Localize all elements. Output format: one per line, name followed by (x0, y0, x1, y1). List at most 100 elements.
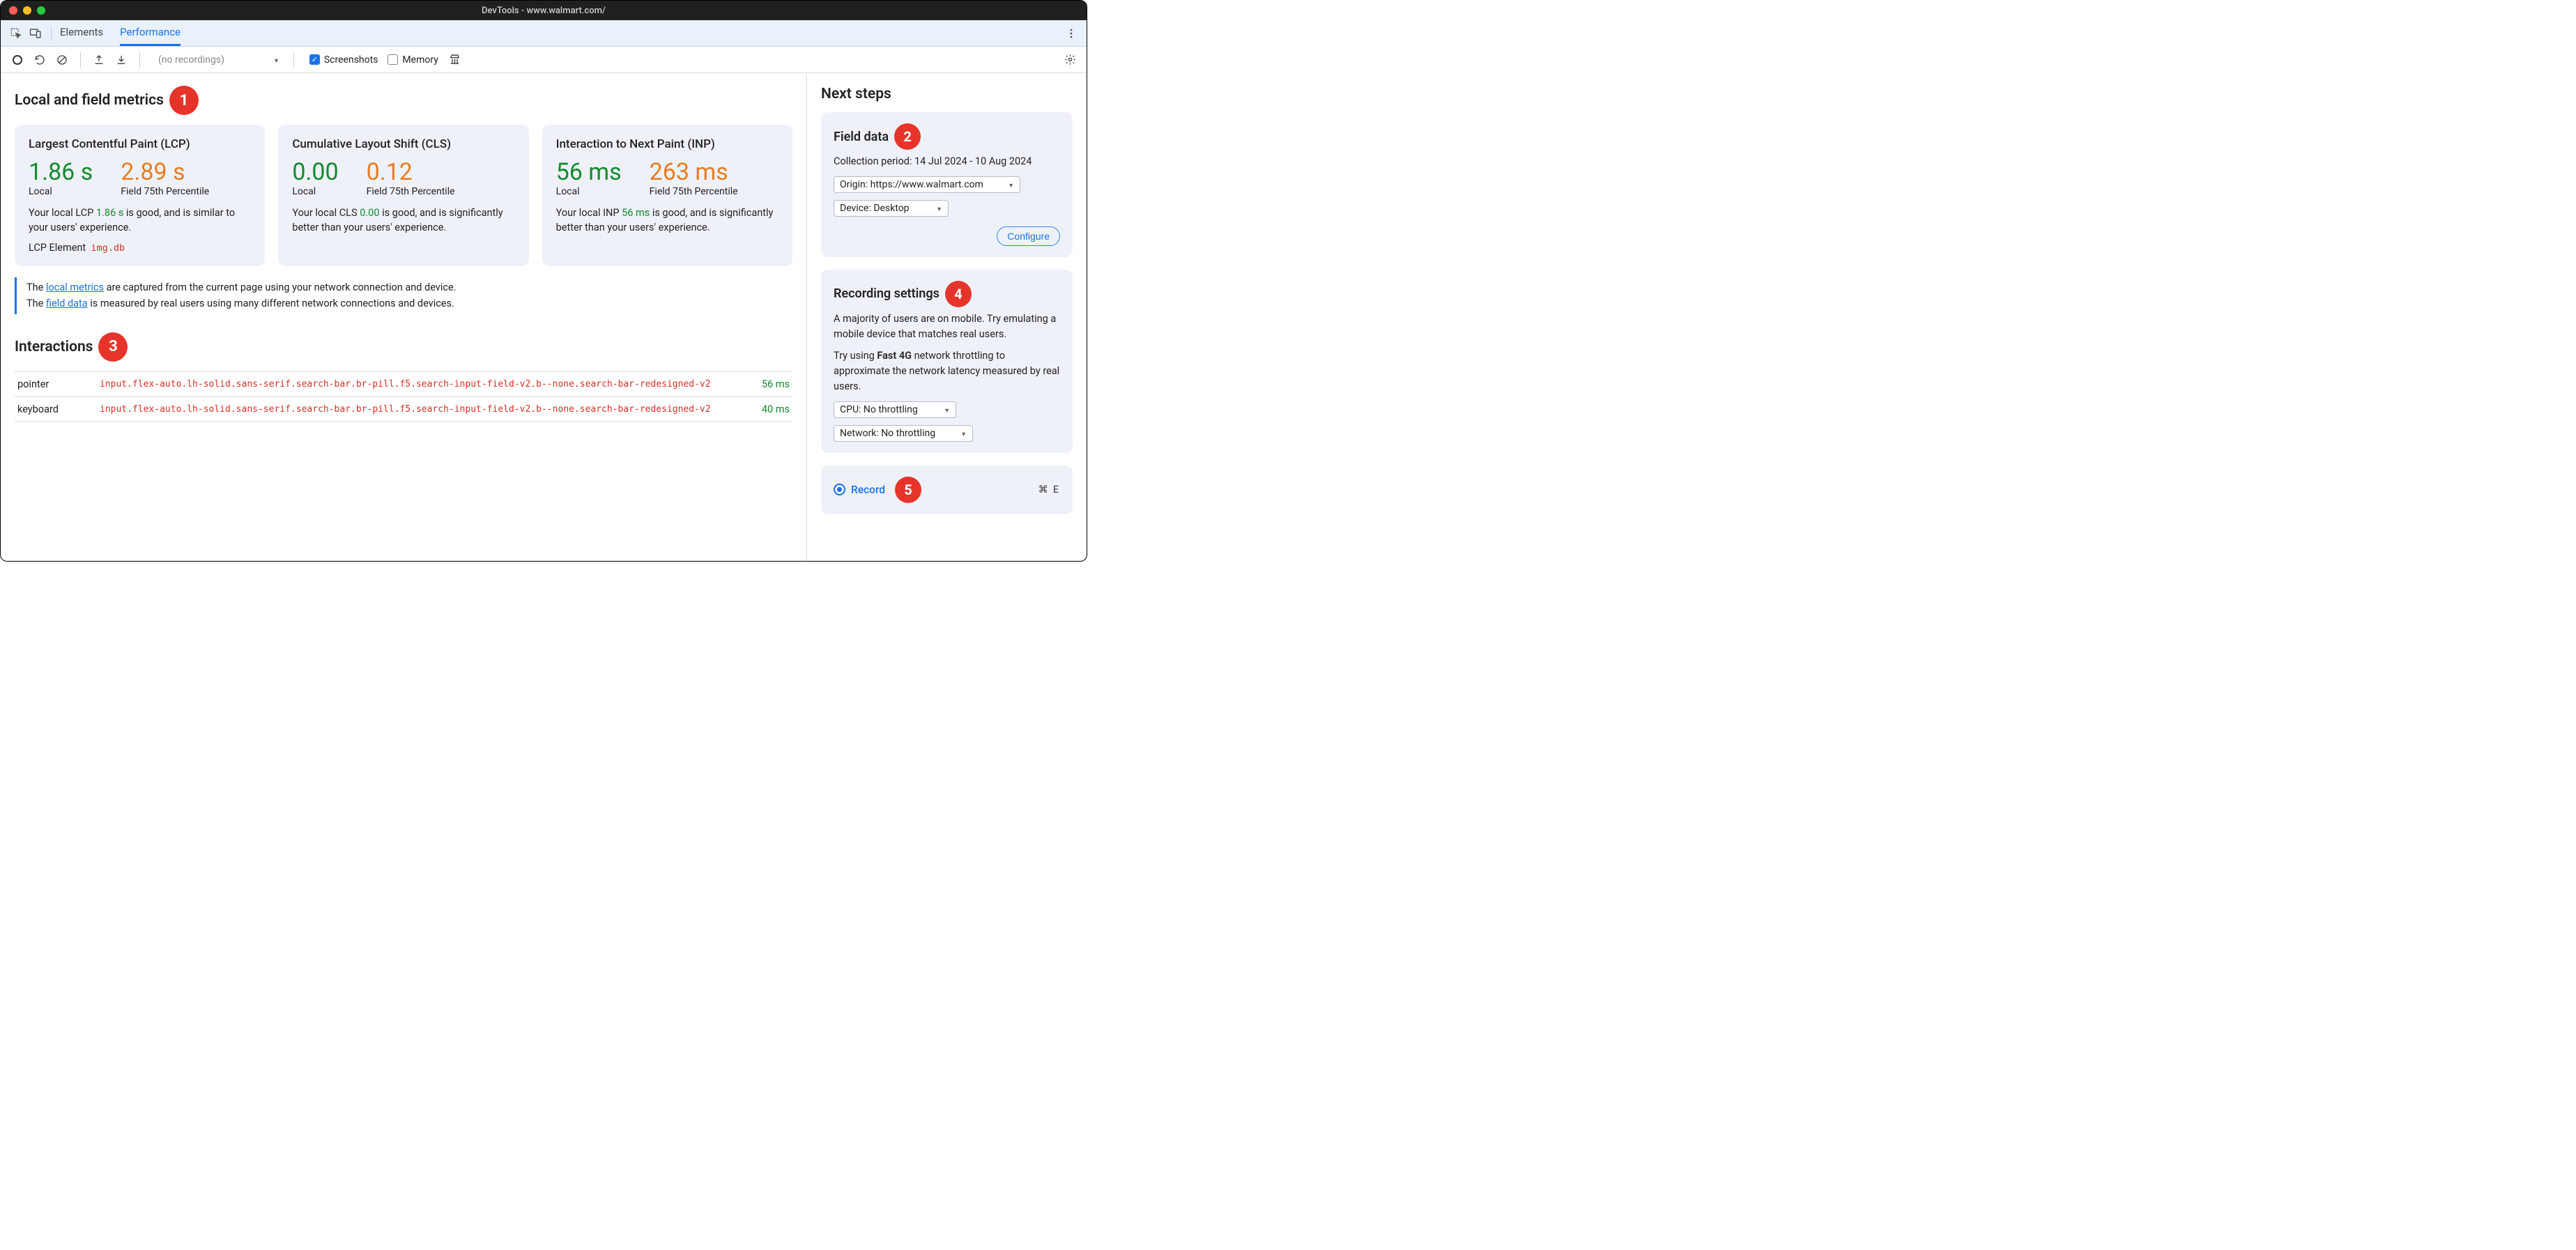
configure-button[interactable]: Configure (997, 226, 1060, 246)
desc-value: 1.86 s (96, 207, 123, 219)
download-icon[interactable] (112, 50, 131, 70)
local-value: 1.86 s (29, 158, 93, 186)
metric-title: Cumulative Layout Shift (CLS) (292, 137, 514, 151)
devtools-window: DevTools - www.walmart.com/ Elements Per… (0, 0, 1087, 562)
toolbar-divider (293, 52, 294, 68)
origin-select[interactable]: Origin: https://www.walmart.com (834, 176, 1020, 193)
reload-icon[interactable] (30, 50, 49, 70)
desc-text: Your local CLS (292, 207, 360, 219)
interaction-target: input.flex-auto.lh-solid.sans-serif.sear… (97, 371, 737, 396)
metric-values: 0.00 Local 0.12 Field 75th Percentile (292, 158, 514, 197)
checkbox-checked-icon: ✓ (309, 54, 320, 65)
metrics-heading: Local and field metrics (15, 92, 164, 109)
metric-card-inp: Interaction to Next Paint (INP) 56 ms Lo… (542, 125, 792, 266)
caret-down-icon (936, 203, 942, 214)
table-row[interactable]: keyboard input.flex-auto.lh-solid.sans-s… (15, 396, 792, 422)
record-shortcut: ⌘ E (1038, 484, 1060, 495)
recording-settings-title: Recording settings (834, 286, 940, 301)
local-value: 56 ms (556, 158, 622, 186)
record-button[interactable]: Record 5 (834, 477, 921, 503)
network-throttling-select[interactable]: Network: No throttling (834, 425, 973, 442)
metric-title: Largest Contentful Paint (LCP) (29, 137, 251, 151)
field-data-title-row: Field data 2 (834, 123, 1060, 150)
sidebar-column: Next steps Field data 2 Collection perio… (806, 73, 1087, 561)
table-row[interactable]: pointer input.flex-auto.lh-solid.sans-se… (15, 371, 792, 396)
recordings-placeholder: (no recordings) (158, 54, 224, 65)
field-data-card: Field data 2 Collection period: 14 Jul 2… (821, 112, 1073, 257)
titlebar: DevTools - www.walmart.com/ (1, 1, 1087, 20)
desc-value: 56 ms (622, 207, 650, 219)
metrics-heading-row: Local and field metrics 1 (15, 86, 792, 115)
interaction-type: keyboard (15, 396, 97, 422)
caret-down-icon (1008, 179, 1014, 190)
field-label: Field 75th Percentile (367, 186, 455, 197)
recordings-dropdown[interactable]: (no recordings) (153, 54, 285, 65)
metric-description: Your local INP 56 ms is good, and is sig… (556, 206, 779, 235)
text-bold: Fast 4G (877, 350, 912, 362)
more-icon[interactable] (1061, 24, 1081, 43)
interaction-type: pointer (15, 371, 97, 396)
lcp-element-label: LCP Element (29, 242, 86, 254)
annotation-badge-3: 3 (98, 332, 128, 362)
field-label: Field 75th Percentile (121, 186, 209, 197)
local-value: 0.00 (292, 158, 338, 186)
tab-elements[interactable]: Elements (60, 20, 103, 46)
info-text: is measured by real users using many dif… (88, 298, 454, 309)
minimize-window-icon[interactable] (23, 6, 31, 15)
caret-down-icon (273, 54, 279, 65)
lcp-element-row: LCP Element img.db (29, 242, 251, 254)
caret-down-icon (960, 428, 967, 439)
device-select[interactable]: Device: Desktop (834, 200, 949, 217)
local-metrics-link[interactable]: local metrics (46, 281, 104, 293)
record-toggle-icon[interactable] (8, 50, 27, 70)
upload-icon[interactable] (89, 50, 109, 70)
screenshots-label: Screenshots (324, 54, 378, 65)
interaction-target: input.flex-auto.lh-solid.sans-serif.sear… (97, 396, 737, 422)
metric-local: 56 ms Local (556, 158, 622, 197)
clear-icon[interactable] (52, 50, 72, 70)
maximize-window-icon[interactable] (37, 6, 45, 15)
field-value: 263 ms (650, 158, 738, 186)
local-label: Local (292, 186, 338, 197)
interactions-table: pointer input.flex-auto.lh-solid.sans-se… (15, 371, 792, 422)
screenshots-checkbox[interactable]: ✓ Screenshots (309, 54, 378, 65)
interaction-time: 56 ms (737, 371, 792, 396)
performance-toolbar: (no recordings) ✓ Screenshots Memory (1, 47, 1087, 73)
settings-gear-icon[interactable] (1060, 50, 1080, 70)
window-title: DevTools - www.walmart.com/ (482, 6, 606, 16)
annotation-badge-5: 5 (895, 477, 921, 503)
info-text: are captured from the current page using… (104, 281, 456, 293)
caret-down-icon (944, 404, 950, 415)
recording-settings-p2: Try using Fast 4G network throttling to … (834, 348, 1060, 394)
metric-local: 1.86 s Local (29, 158, 93, 197)
info-text: The (26, 298, 46, 309)
annotation-badge-2: 2 (894, 123, 921, 150)
metric-card-lcp: Largest Contentful Paint (LCP) 1.86 s Lo… (15, 125, 265, 266)
main-toolbar: Elements Performance (1, 20, 1087, 47)
traffic-lights (1, 6, 45, 15)
memory-label: Memory (402, 54, 438, 65)
select-value: Network: No throttling (840, 428, 935, 439)
cpu-throttling-select[interactable]: CPU: No throttling (834, 401, 956, 418)
close-window-icon[interactable] (9, 6, 17, 15)
metric-local: 0.00 Local (292, 158, 338, 197)
desc-text: Your local INP (556, 207, 622, 219)
interaction-time: 40 ms (737, 396, 792, 422)
field-label: Field 75th Percentile (650, 186, 738, 197)
inspect-icon[interactable] (6, 24, 26, 43)
lcp-element-link[interactable]: img.db (91, 242, 125, 254)
recording-settings-card: Recording settings 4 A majority of users… (821, 270, 1073, 453)
interactions-heading: Interactions (15, 339, 93, 355)
recording-settings-title-row: Recording settings 4 (834, 281, 1060, 307)
memory-checkbox[interactable]: Memory (388, 54, 438, 65)
checkbox-empty-icon (388, 54, 398, 65)
info-text: The (26, 281, 46, 293)
toolbar-divider (51, 26, 52, 41)
device-toggle-icon[interactable] (26, 24, 45, 43)
tab-performance[interactable]: Performance (120, 20, 181, 46)
field-data-link[interactable]: field data (46, 298, 88, 309)
garbage-collect-icon[interactable] (445, 50, 465, 70)
metric-card-cls: Cumulative Layout Shift (CLS) 0.00 Local… (278, 125, 528, 266)
select-value: Device: Desktop (840, 203, 910, 214)
metric-field: 2.89 s Field 75th Percentile (121, 158, 209, 197)
